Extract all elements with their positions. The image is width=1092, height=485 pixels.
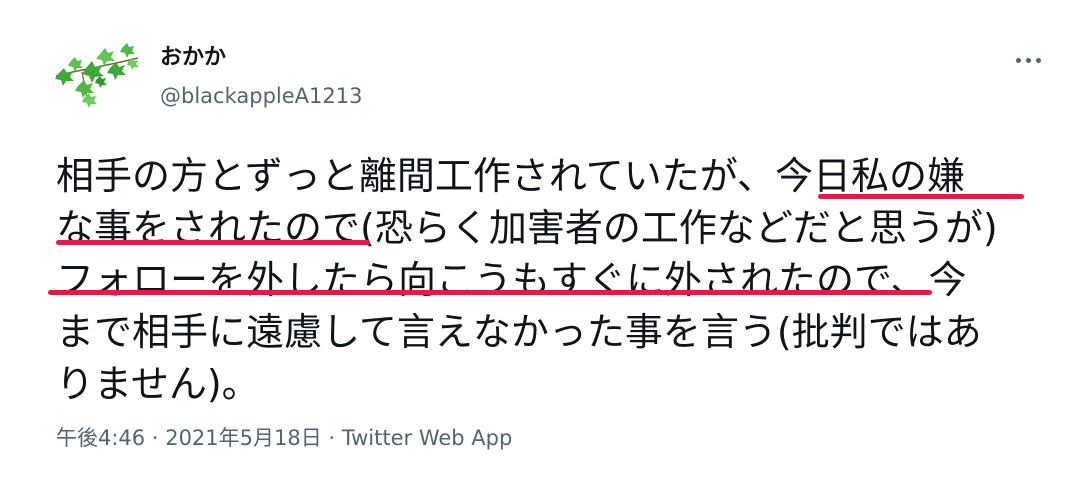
tweet-source[interactable]: Twitter Web App (342, 426, 513, 450)
tweet-text-segment: 相手の方とずっと離間工作されていたが、 (56, 154, 775, 198)
author-block: おかか @blackappleA1213 (160, 44, 362, 110)
tweet-card: おかか @blackappleA1213 相手の方とずっと離間工作されていたが、… (0, 0, 1092, 485)
red-underline (818, 194, 1024, 199)
tweet-text-segment: 、今 (890, 258, 967, 302)
tweet-text: 相手の方とずっと離間工作されていたが、今日私の嫌 な事をされたので(恐らく加害者… (56, 150, 1056, 410)
red-underline (56, 240, 370, 245)
tweet-line-2: な事をされたので(恐らく加害者の工作などだと思うが) (56, 202, 1056, 254)
author-display-name[interactable]: おかか (160, 44, 362, 72)
underlined-segment: 今日私の嫌 (775, 154, 965, 198)
tweet-text-segment: まで相手に遠慮して言えなかった事を言う(批判ではあ (56, 310, 982, 354)
more-horizontal-icon[interactable] (1008, 48, 1048, 72)
red-underline (48, 290, 932, 295)
tweet-meta: 午後4:46 · 2021年5月18日 · Twitter Web App (56, 424, 512, 452)
tweet-line-5: りません)。 (56, 358, 1056, 410)
tweet-line-3: フォローを外したら向こうもすぐに外されたので、今 (56, 254, 1056, 306)
tweet-text-segment: フォローを外したら向こうもすぐに外されたので (56, 258, 891, 302)
tweet-date[interactable]: 2021年5月18日 (165, 426, 322, 450)
tweet-text-segment: 今日私の嫌 (774, 154, 965, 198)
tweet-text-segment: りません)。 (56, 362, 260, 406)
underlined-segment: フォローを外したら向こうもすぐに外されたので (56, 258, 890, 302)
author-handle[interactable]: @blackappleA1213 (160, 82, 362, 110)
ivy-leaves-icon (55, 43, 139, 108)
tweet-time[interactable]: 午後4:46 (56, 426, 145, 450)
more-dot (1015, 57, 1021, 63)
tweet-line-4: まで相手に遠慮して言えなかった事を言う(批判ではあ (56, 306, 1056, 358)
more-dot (1025, 57, 1031, 63)
avatar[interactable] (52, 40, 142, 110)
more-dot (1035, 57, 1041, 63)
meta-separator: · (321, 426, 342, 450)
meta-separator: · (145, 426, 166, 450)
tweet-text-segment: (恐らく加害者の工作などだと思うが) (360, 206, 998, 250)
